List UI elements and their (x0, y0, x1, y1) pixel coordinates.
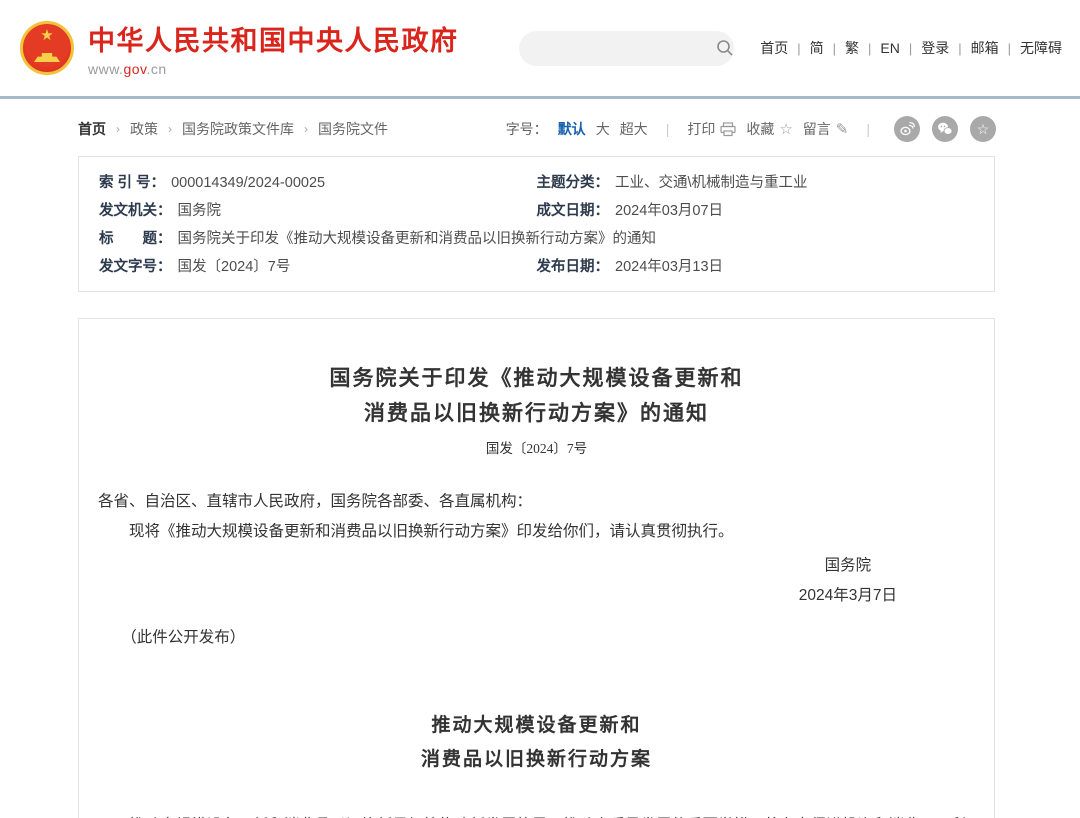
site-header: ★ 中华人民共和国中央人民政府 www.gov.cn 首页 | 简 | 繁 | EN |… (0, 0, 1080, 99)
meta-written-date-value: 2024年03月07日 (615, 197, 723, 225)
meta-title-value: 国务院关于印发《推动大规模设备更新和消费品以旧换新行动方案》的通知 (178, 225, 657, 253)
share-buttons: ☆ (894, 116, 996, 142)
document-number: 国发〔2024〕7号 (98, 437, 975, 457)
meta-issuer-row: 发文机关： 国务院 (99, 197, 537, 225)
breadcrumb-separator: › (168, 122, 172, 136)
top-link-traditional[interactable]: 繁 (845, 38, 859, 58)
meta-topic-value: 工业、交通\机械制造与重工业 (615, 169, 808, 197)
font-size-default-button[interactable]: 默认 (558, 119, 586, 139)
meta-issuer-label: 发文机关： (99, 197, 172, 225)
emblem-star-icon: ★ (40, 28, 53, 43)
link-separator: | (797, 41, 800, 56)
meta-index-row: 索 引 号： 000014349/2024-00025 (99, 169, 537, 197)
emblem-gate-icon (34, 53, 60, 62)
meta-index-label: 索 引 号： (99, 169, 165, 197)
meta-title-row: 标 题： 国务院关于印发《推动大规模设备更新和消费品以旧换新行动方案》的通知 (99, 225, 974, 253)
font-size-label: 字号： (506, 119, 548, 139)
meta-doc-number-label: 发文字号： (99, 253, 172, 281)
weibo-share-icon[interactable] (894, 116, 920, 142)
collect-button[interactable]: 收藏 ☆ (746, 119, 792, 139)
meta-written-date-row: 成文日期： 2024年03月07日 (537, 197, 975, 225)
top-nav: 首页 | 简 | 繁 | EN | 登录 | 邮箱 | 无障碍 (760, 38, 1062, 58)
breadcrumb-state-council-docs[interactable]: 国务院文件 (318, 119, 388, 139)
sign-date: 2024年3月7日 (799, 581, 897, 611)
document-title: 国务院关于印发《推动大规模设备更新和 消费品以旧换新行动方案》的通知 (98, 361, 975, 430)
star-icon: ☆ (977, 122, 990, 136)
link-separator: | (958, 41, 961, 56)
link-separator: | (1008, 41, 1011, 56)
meta-publish-date-value: 2024年03月13日 (615, 253, 723, 281)
meta-index-value: 000014349/2024-00025 (171, 169, 325, 197)
top-link-mailbox[interactable]: 邮箱 (971, 38, 999, 58)
meta-written-date-label: 成文日期： (537, 197, 610, 225)
printer-icon (720, 122, 736, 137)
link-separator: | (833, 41, 836, 56)
plan-title-line1: 推动大规模设备更新和 (431, 715, 641, 736)
meta-doc-number-value: 国发〔2024〕7号 (178, 253, 291, 281)
site-url-www: www. (88, 61, 123, 77)
breadcrumb-separator: › (116, 122, 120, 136)
breadcrumb-separator: › (304, 122, 308, 136)
national-emblem-logo[interactable]: ★ (20, 21, 74, 75)
signature-block: 国务院 2024年3月7日 (98, 551, 975, 611)
breadcrumb-home[interactable]: 首页 (78, 119, 106, 139)
collect-label: 收藏 (746, 119, 774, 139)
paragraph-1: 现将《推动大规模设备更新和消费品以旧换新行动方案》印发给你们，请认真贯彻执行。 (98, 517, 975, 547)
meta-topic-row: 主题分类： 工业、交通\机械制造与重工业 (537, 169, 975, 197)
document-toolbar: 字号： 默认 大 超大 | 打印 收藏 ☆ 留言 ✎ | ☆ (506, 116, 996, 142)
site-url: www.gov.cn (88, 61, 459, 77)
breadcrumb: 首页 › 政策 › 国务院政策文件库 › 国务院文件 (78, 119, 388, 139)
meta-title-label: 标 题： (99, 225, 172, 253)
public-release-note: （此件公开发布） (98, 623, 975, 653)
pencil-icon: ✎ (836, 120, 849, 138)
search-bar (519, 31, 734, 66)
star-icon: ☆ (779, 120, 792, 138)
favorite-share-icon[interactable]: ☆ (970, 116, 996, 142)
site-title[interactable]: 中华人民共和国中央人民政府 (88, 19, 459, 58)
meta-publish-date-row: 发布日期： 2024年03月13日 (537, 253, 975, 281)
subheader: 首页 › 政策 › 国务院政策文件库 › 国务院文件 字号： 默认 大 超大 |… (0, 99, 1080, 154)
document-title-line2: 消费品以旧换新行动方案》的通知 (364, 401, 709, 425)
salutation: 各省、自治区、直辖市人民政府，国务院各部委、各直属机构： (98, 487, 975, 517)
site-url-cn: .cn (147, 61, 167, 77)
breadcrumb-policy[interactable]: 政策 (130, 119, 158, 139)
meta-doc-number-row: 发文字号： 国发〔2024〕7号 (99, 253, 537, 281)
top-link-accessibility[interactable]: 无障碍 (1020, 38, 1062, 58)
font-size-xlarge-button[interactable]: 超大 (620, 119, 648, 139)
search-input[interactable] (535, 40, 716, 56)
document-body-panel: 国务院关于印发《推动大规模设备更新和 消费品以旧换新行动方案》的通知 国发〔20… (78, 318, 995, 818)
top-link-login[interactable]: 登录 (921, 38, 949, 58)
signer: 国务院 (799, 551, 897, 581)
breadcrumb-policy-library[interactable]: 国务院政策文件库 (182, 119, 294, 139)
toolbar-divider: | (866, 121, 870, 137)
comment-button[interactable]: 留言 ✎ (803, 119, 849, 139)
site-url-gov: gov (123, 61, 146, 77)
document-title-line1: 国务院关于印发《推动大规模设备更新和 (330, 366, 744, 390)
document-meta-panel: 索 引 号： 000014349/2024-00025 主题分类： 工业、交通\… (78, 156, 995, 292)
top-link-english[interactable]: EN (880, 40, 899, 56)
link-separator: | (909, 41, 912, 56)
paragraph-2: 推动大规模设备更新和消费品以旧换新是加快构建新发展格局、推动高质量发展的重要举措… (98, 810, 975, 818)
print-button[interactable]: 打印 (687, 119, 736, 139)
print-label: 打印 (687, 119, 715, 139)
meta-topic-label: 主题分类： (537, 169, 610, 197)
font-size-large-button[interactable]: 大 (596, 119, 610, 139)
top-link-home[interactable]: 首页 (760, 38, 788, 58)
comment-label: 留言 (803, 119, 831, 139)
link-separator: | (868, 41, 871, 56)
meta-publish-date-label: 发布日期： (537, 253, 610, 281)
toolbar-divider: | (666, 121, 670, 137)
search-icon[interactable] (716, 39, 734, 57)
wechat-share-icon[interactable] (932, 116, 958, 142)
top-link-simplified[interactable]: 简 (810, 38, 824, 58)
site-branding: ★ 中华人民共和国中央人民政府 www.gov.cn (20, 19, 459, 77)
plan-title: 推动大规模设备更新和 消费品以旧换新行动方案 (98, 709, 975, 777)
plan-title-line2: 消费品以旧换新行动方案 (421, 749, 652, 770)
meta-issuer-value: 国务院 (178, 197, 222, 225)
